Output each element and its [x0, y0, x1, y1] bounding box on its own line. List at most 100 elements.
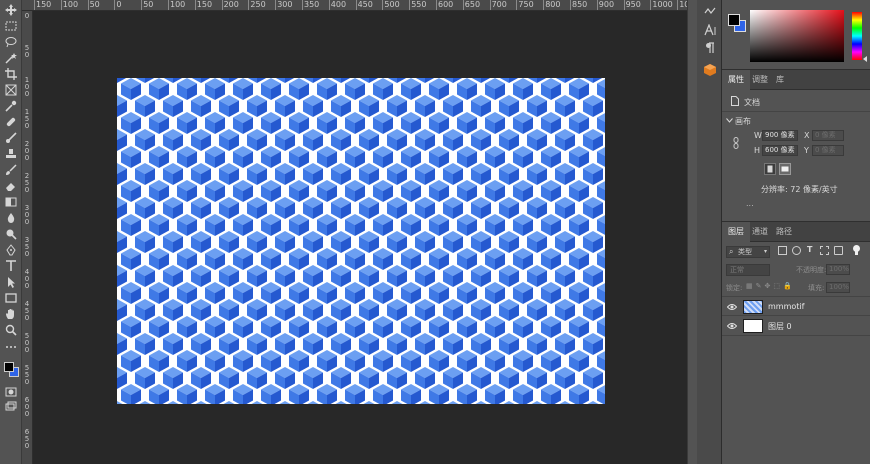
crop-icon[interactable]	[3, 67, 19, 81]
fill-field[interactable]: 100%	[826, 282, 850, 293]
foreground-color-swatch[interactable]	[4, 362, 14, 372]
ruler-top-label: 100	[170, 0, 186, 9]
filter-shape-icon[interactable]	[820, 246, 829, 255]
frame-icon[interactable]	[3, 83, 19, 97]
ruler-top-tick	[489, 0, 491, 10]
rectangle-icon[interactable]	[3, 291, 19, 305]
vertical-ruler: 0 50 100 150 200 250 300 350 400 450 500 550 600 650	[22, 11, 33, 464]
path-select-icon[interactable]	[3, 275, 19, 289]
paragraph-icon[interactable]	[702, 40, 717, 55]
gradient-icon[interactable]	[3, 195, 19, 209]
opacity-label: 不透明度:	[796, 266, 827, 274]
portrait-orientation-button[interactable]	[764, 163, 776, 175]
eye-icon[interactable]	[727, 303, 737, 311]
filter-type-icon[interactable]: T	[807, 245, 812, 254]
history-icon[interactable]	[702, 4, 717, 19]
layer-thumbnail	[743, 319, 763, 333]
hand-icon[interactable]	[3, 307, 19, 321]
properties-tab-bar: 属性 调整 库	[722, 70, 870, 90]
eye-icon[interactable]	[727, 322, 737, 330]
color-fg-swatch[interactable]	[728, 14, 740, 26]
lock-options[interactable]: ▦✎✥⬚🔒	[746, 282, 795, 290]
link-icon[interactable]	[733, 137, 739, 149]
ruler-top-label: 450	[357, 0, 373, 9]
ruler-top-label: 250	[250, 0, 266, 9]
blend-mode-label: 正常	[730, 266, 744, 274]
magic-wand-icon[interactable]	[3, 51, 19, 65]
marquee-icon[interactable]	[3, 19, 19, 33]
screen-mode-icon[interactable]	[3, 400, 19, 414]
doc-label: 文档	[744, 98, 760, 107]
ruler-top-label: 850	[572, 0, 588, 9]
document-canvas[interactable]	[117, 78, 605, 404]
lasso-icon[interactable]	[3, 35, 19, 49]
filter-kind-label: 类型	[738, 248, 752, 256]
ruler-top-label: 700	[491, 0, 507, 9]
cube-pattern	[117, 78, 605, 404]
filter-pixel-icon[interactable]	[778, 246, 787, 255]
blend-mode-select[interactable]: 正常	[726, 264, 770, 276]
stamp-icon[interactable]	[3, 147, 19, 161]
ruler-top-label: 900	[598, 0, 615, 9]
layer-row[interactable]: 图层 0	[722, 316, 870, 336]
opacity-field[interactable]: 100%	[826, 264, 850, 275]
3d-icon[interactable]	[702, 62, 717, 77]
canvas-section-label: 画布	[735, 117, 751, 126]
ruler-top-label: 300	[277, 0, 293, 9]
blur-icon[interactable]	[3, 211, 19, 225]
properties-panel: 文档 画布 W 900 像素 X 0 像素 H 600 像素 Y 0 像素 分辨…	[722, 90, 870, 222]
ruler-top-tick	[141, 0, 143, 10]
width-field[interactable]: 900 像素	[762, 130, 798, 141]
ruler-top-label: 400	[330, 0, 347, 9]
more-tools-icon[interactable]	[3, 340, 19, 354]
filter-smart-object-icon[interactable]	[834, 246, 843, 255]
landscape-orientation-button[interactable]	[779, 163, 791, 175]
ruler-top-tick	[168, 0, 169, 10]
eraser-icon[interactable]	[3, 179, 19, 193]
ruler-left-label: 550	[24, 364, 30, 386]
healing-icon[interactable]	[3, 115, 19, 129]
ruler-top-tick	[114, 0, 116, 10]
search-icon: ⌕	[729, 247, 734, 256]
pen-icon[interactable]	[3, 243, 19, 257]
more-options[interactable]: ...	[746, 199, 754, 208]
ruler-left-label: 350	[24, 236, 30, 258]
ruler-top-tick	[87, 0, 89, 10]
quick-mask-icon[interactable]	[3, 385, 19, 399]
y-field[interactable]: 0 像素	[812, 145, 844, 156]
ruler-left-label: 150	[24, 108, 30, 130]
x-field[interactable]: 0 像素	[812, 130, 844, 141]
ruler-top-tick	[596, 0, 598, 10]
layer-filter-select[interactable]: ⌕ 类型 ▾	[726, 246, 770, 258]
ruler-top-tick	[409, 0, 411, 10]
type-icon[interactable]	[3, 259, 19, 273]
ruler-left-label: 600	[24, 396, 30, 418]
dodge-icon[interactable]	[3, 227, 19, 241]
tab-libraries[interactable]: 库	[770, 70, 790, 90]
ruler-left-label: 450	[24, 300, 30, 322]
color-picker-field[interactable]	[750, 10, 844, 62]
layer-row[interactable]: mmmotif	[722, 296, 870, 316]
eyedropper-icon[interactable]	[3, 99, 19, 113]
hue-slider[interactable]	[852, 12, 862, 60]
filter-adjustment-icon[interactable]	[792, 246, 801, 255]
ruler-left-label: 650	[24, 428, 30, 450]
history-brush-icon[interactable]	[3, 163, 19, 177]
ruler-top-tick	[355, 0, 357, 10]
character-icon[interactable]	[702, 22, 717, 37]
ruler-top-tick	[328, 0, 330, 10]
ruler-top-tick	[275, 0, 277, 10]
panel-divider	[687, 0, 697, 464]
move-icon[interactable]	[3, 3, 19, 17]
ruler-top-label: 200	[223, 0, 239, 9]
height-field[interactable]: 600 像素	[762, 145, 798, 156]
ruler-top-tick	[462, 0, 464, 10]
ruler-top-label: 600	[438, 0, 454, 9]
brush-icon[interactable]	[3, 131, 19, 145]
chevron-down-icon[interactable]	[726, 118, 733, 123]
canvas-workspace[interactable]	[33, 11, 687, 464]
tab-paths[interactable]: 路径	[770, 222, 798, 242]
ruler-top-tick	[34, 0, 35, 10]
hue-slider-handle[interactable]	[863, 56, 867, 62]
zoom-icon[interactable]	[3, 323, 19, 337]
